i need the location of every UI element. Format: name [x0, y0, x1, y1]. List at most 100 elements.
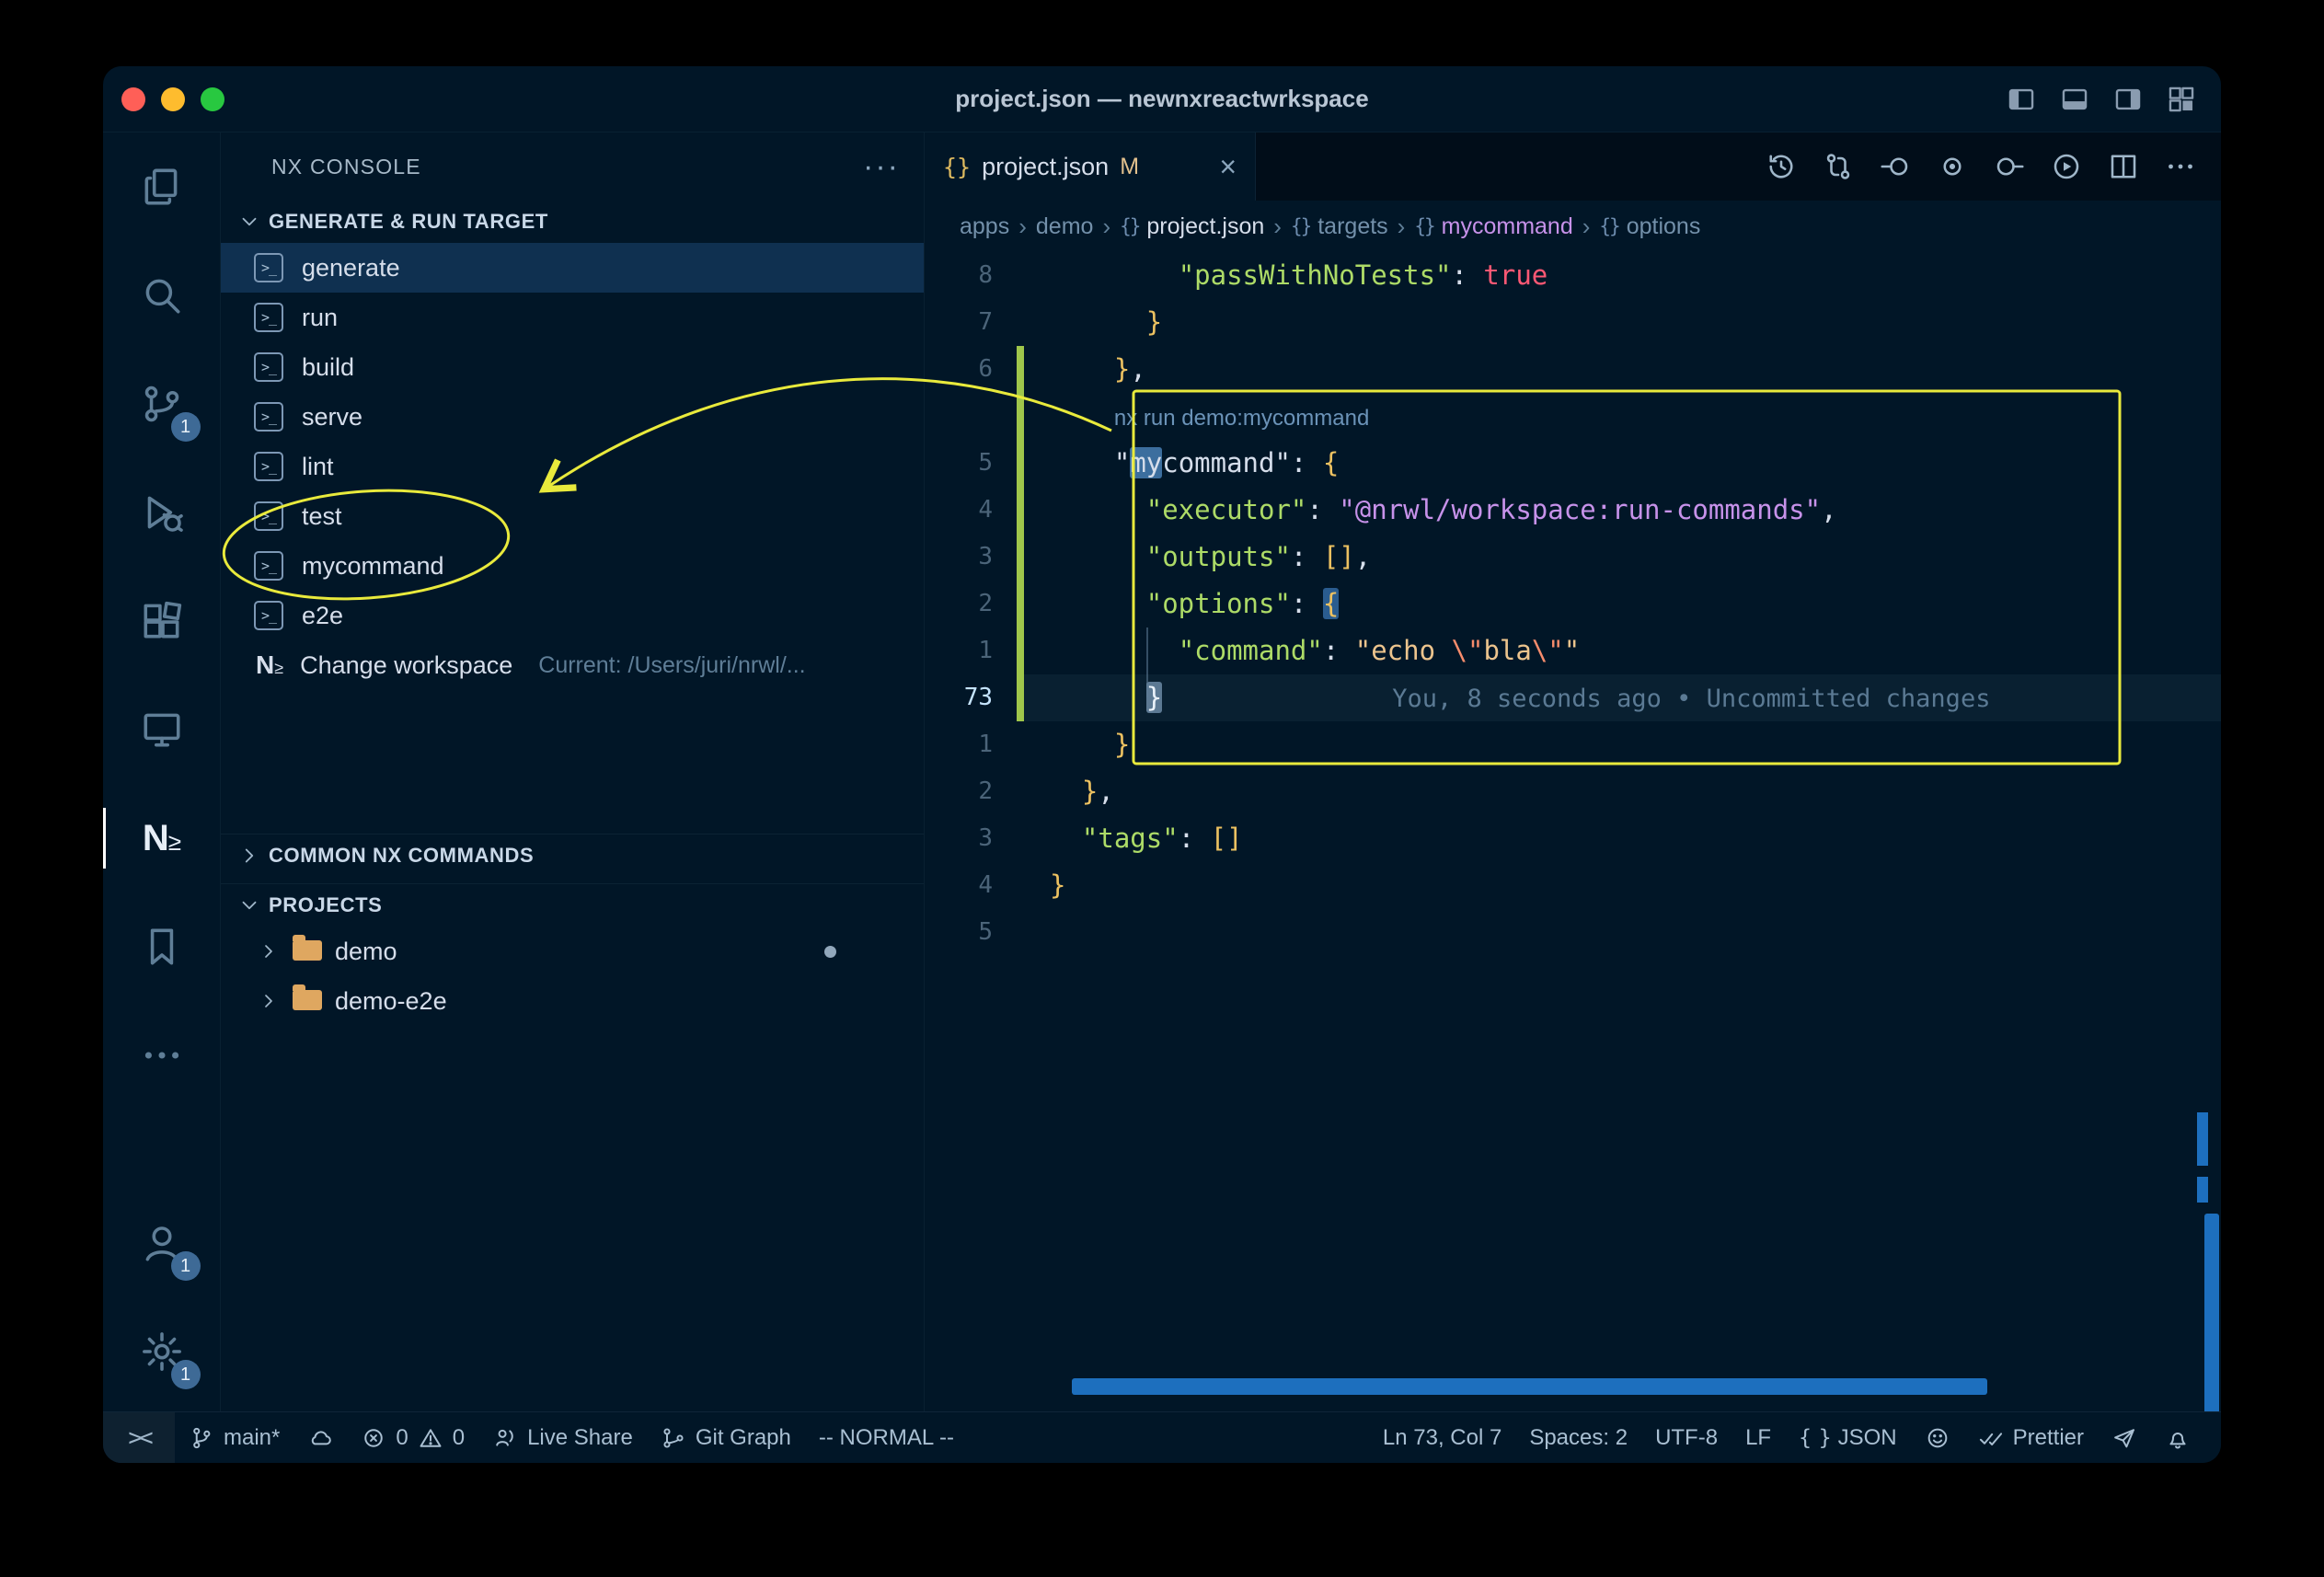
project-item-demo[interactable]: demo: [221, 927, 924, 976]
target-item-e2e[interactable]: >_e2e: [221, 591, 924, 640]
git-compare-icon[interactable]: [1822, 150, 1855, 183]
customize-layout-icon[interactable]: [2166, 84, 2197, 115]
target-item-build[interactable]: >_build: [221, 342, 924, 392]
tab-label: project.json: [982, 153, 1109, 181]
gitlens-heatmap-icon[interactable]: [1936, 150, 1969, 183]
gitlens-open-changes-icon[interactable]: [1879, 150, 1912, 183]
toggle-panel-icon[interactable]: [2059, 84, 2090, 115]
activity-search[interactable]: [103, 241, 221, 350]
code-line[interactable]: 3 "tags": []: [925, 815, 2221, 862]
breadcrumb-targets[interactable]: {}targets: [1291, 213, 1388, 240]
codelens-run-command[interactable]: nx run demo:mycommand: [1114, 406, 1369, 431]
activity-more-views[interactable]: [103, 1001, 221, 1110]
status-problems[interactable]: 00: [347, 1412, 478, 1463]
status-sync-status[interactable]: [293, 1412, 347, 1463]
close-window-button[interactable]: [121, 87, 145, 111]
gitlens-blame-icon[interactable]: [1993, 150, 2026, 183]
breadcrumb-apps[interactable]: apps: [960, 213, 1009, 240]
zoom-window-button[interactable]: [201, 87, 224, 111]
status-text: Prettier: [2013, 1425, 2084, 1451]
split-editor-icon[interactable]: [2107, 150, 2140, 183]
more-actions-icon[interactable]: [2164, 150, 2197, 183]
breadcrumb-mycommand[interactable]: {}mycommand: [1414, 213, 1572, 240]
breadcrumb-separator: ›: [1582, 213, 1591, 241]
run-command-icon[interactable]: [2050, 150, 2083, 183]
status-encoding[interactable]: UTF-8: [1641, 1412, 1731, 1463]
status-remote-indicator[interactable]: ><: [103, 1412, 175, 1463]
target-item-mycommand[interactable]: >_mycommand: [221, 541, 924, 591]
activity-run-and-debug[interactable]: [103, 458, 221, 567]
status-cursor-position[interactable]: Ln 73, Col 7: [1369, 1412, 1515, 1463]
code-token: }: [1082, 776, 1098, 807]
status-feedback[interactable]: [1911, 1412, 1964, 1463]
breadcrumb-demo[interactable]: demo: [1036, 213, 1094, 240]
code-line[interactable]: 2 },: [925, 768, 2221, 815]
toggle-secondary-sidebar-icon[interactable]: [2112, 84, 2144, 115]
status-language-mode[interactable]: { }JSON: [1785, 1412, 1911, 1463]
code-token: bla: [1483, 635, 1531, 666]
activity-extensions[interactable]: [103, 567, 221, 675]
code-line[interactable]: 5 "mycommand": {: [925, 440, 2221, 487]
code-line[interactable]: 8 "passWithNoTests": true: [925, 252, 2221, 299]
code-line[interactable]: 6 },: [925, 346, 2221, 393]
target-item-test[interactable]: >_test: [221, 491, 924, 541]
status-indentation[interactable]: Spaces: 2: [1515, 1412, 1641, 1463]
change-indicator: [1017, 627, 1024, 674]
vertical-scrollbar[interactable]: [2204, 1214, 2219, 1411]
code-line[interactable]: 5: [925, 909, 2221, 956]
project-item-demo-e2e[interactable]: demo-e2e: [221, 976, 924, 1026]
target-item-generate[interactable]: >_generate: [221, 243, 924, 293]
activity-explorer[interactable]: [103, 132, 221, 241]
status-git-graph[interactable]: Git Graph: [647, 1412, 805, 1463]
section-header-projects[interactable]: PROJECTS: [221, 884, 924, 927]
code-line[interactable]: 4 "executor": "@nrwl/workspace:run-comma…: [925, 487, 2221, 534]
breadcrumb-project.json[interactable]: {}project.json: [1120, 213, 1264, 240]
code-token: "options": [1146, 588, 1291, 619]
line-number: 5: [925, 440, 1017, 487]
activity-settings[interactable]: 1: [103, 1297, 221, 1406]
code-line[interactable]: 7 }: [925, 299, 2221, 346]
activity-accounts[interactable]: 1: [103, 1189, 221, 1297]
status-eol[interactable]: LF: [1731, 1412, 1785, 1463]
status-vim-mode[interactable]: -- NORMAL --: [805, 1412, 968, 1463]
branch-icon: [189, 1425, 214, 1451]
code-line[interactable]: nx run demo:mycommand: [925, 393, 2221, 440]
code-editor[interactable]: 8 "passWithNoTests": true7 }6 }, nx run …: [925, 252, 2221, 1411]
toggle-primary-sidebar-icon[interactable]: [2006, 84, 2037, 115]
breadcrumb-options[interactable]: {}options: [1599, 213, 1700, 240]
timeline-icon[interactable]: [1765, 150, 1798, 183]
activity-bookmarks[interactable]: [103, 892, 221, 1001]
code-line[interactable]: 1 "command": "echo \"bla\"": [925, 627, 2221, 674]
status-git-branch[interactable]: main*: [175, 1412, 293, 1463]
breadcrumb-label: apps: [960, 213, 1009, 240]
target-item-serve[interactable]: >_serve: [221, 392, 924, 442]
minimize-window-button[interactable]: [161, 87, 185, 111]
paper-plane-icon: [2111, 1425, 2137, 1451]
status-notifications[interactable]: [2151, 1412, 2204, 1463]
tab-project-json[interactable]: {} project.json M ×: [925, 132, 1256, 201]
activity-remote-explorer[interactable]: [103, 675, 221, 784]
status-live-share[interactable]: Live Share: [478, 1412, 647, 1463]
code-token: :: [1291, 447, 1323, 478]
section-header-common-nx-commands[interactable]: COMMON NX COMMANDS: [221, 835, 924, 877]
breadcrumbs: apps›demo›{}project.json›{}targets›{}myc…: [925, 201, 2221, 252]
change-workspace-item[interactable]: N≥ Change workspace Current: /Users/juri…: [221, 640, 924, 690]
code-line[interactable]: 2 "options": {: [925, 581, 2221, 627]
target-item-lint[interactable]: >_lint: [221, 442, 924, 491]
sidebar-more-actions-icon[interactable]: ···: [863, 149, 900, 185]
code-line[interactable]: 1 }: [925, 721, 2221, 768]
target-item-run[interactable]: >_run: [221, 293, 924, 342]
status-announcement[interactable]: [2098, 1412, 2151, 1463]
code-line[interactable]: 4}: [925, 862, 2221, 909]
horizontal-scrollbar[interactable]: [1072, 1378, 1987, 1395]
breadcrumb-label: demo: [1036, 213, 1094, 240]
code-line[interactable]: 73 }You, 8 seconds ago • Uncommitted cha…: [925, 674, 2221, 721]
activity-source-control[interactable]: 1: [103, 350, 221, 458]
activity-nx-console[interactable]: N≥: [103, 784, 221, 892]
section-header-generate-run-target[interactable]: GENERATE & RUN TARGET: [221, 201, 924, 243]
workbench: 1N≥ 11 NX CONSOLE ··· GENERATE & RUN TAR…: [103, 132, 2221, 1411]
status-prettier[interactable]: Prettier: [1964, 1412, 2098, 1463]
project-label: demo: [335, 938, 397, 966]
code-line[interactable]: 3 "outputs": [],: [925, 534, 2221, 581]
close-tab-icon[interactable]: ×: [1219, 150, 1237, 184]
